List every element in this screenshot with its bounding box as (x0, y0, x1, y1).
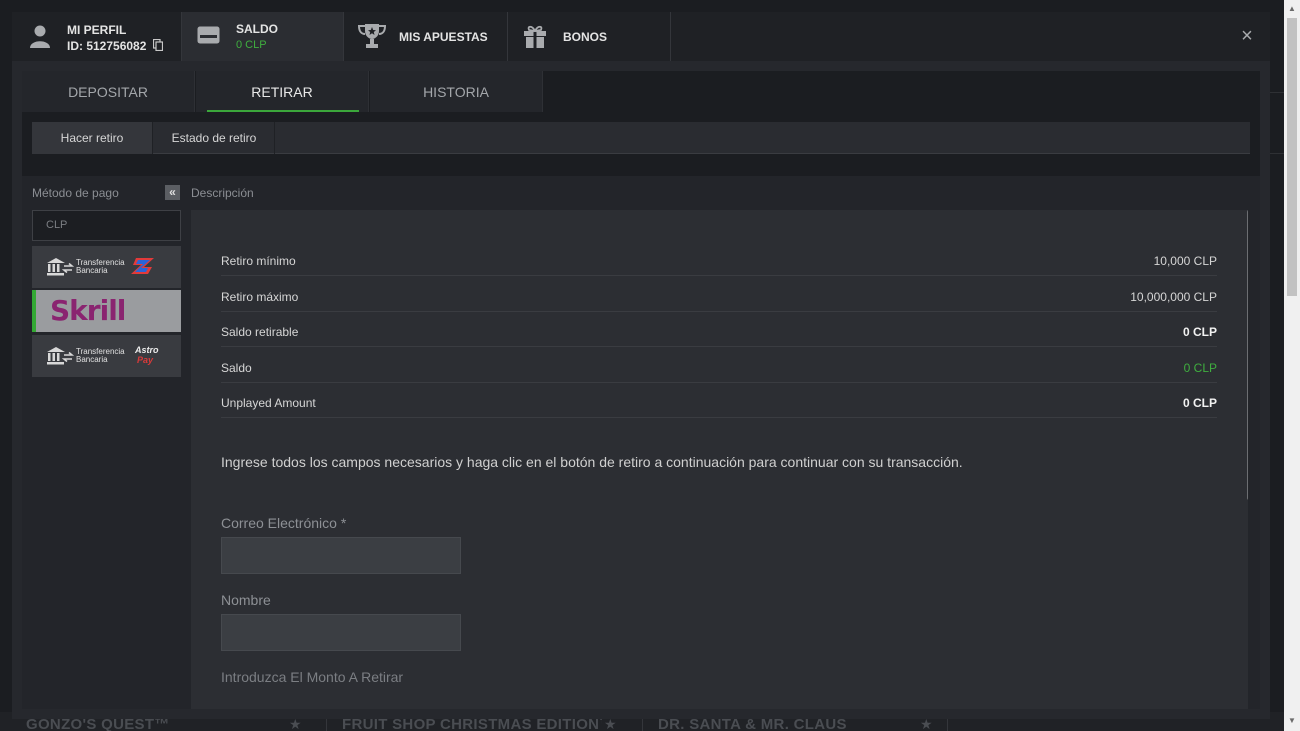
collapse-sidebar-button[interactable]: « (165, 185, 180, 200)
trophy-icon (357, 24, 387, 48)
tab-saldo[interactable]: SALDO 0 CLP (182, 12, 344, 61)
info-row-saldo-retirable: Saldo retirable 0 CLP (221, 312, 1217, 347)
tab-title: SALDO (236, 22, 278, 36)
name-field-label: Nombre (221, 592, 271, 608)
withdraw-panel: Método de pago « Descripción CLP Transfe… (22, 176, 1260, 709)
description-panel: Retiro mínimo 10,000 CLP Retiro máximo 1… (191, 210, 1248, 709)
description-scrollbar[interactable] (1247, 210, 1248, 500)
description-label: Descripción (191, 186, 254, 200)
modal-content: DEPOSITAR RETIRAR HISTORIA Hacer retiro … (22, 71, 1260, 709)
payment-method-transferencia-astropay[interactable]: Transferencia Bancaria Astro Pay (32, 335, 181, 377)
bg-divider (1270, 153, 1284, 154)
tab-mis-apuestas[interactable]: MIS APUESTAS (344, 12, 508, 61)
info-row-retiro-minimo: Retiro mínimo 10,000 CLP (221, 241, 1217, 276)
user-icon (30, 25, 50, 48)
scrollbar-thumb[interactable] (1287, 18, 1297, 296)
tab-hacer-retiro[interactable]: Hacer retiro (32, 122, 153, 154)
tab-label: RETIRAR (251, 83, 313, 100)
selected-indicator (32, 290, 36, 332)
info-row-retiro-maximo: Retiro máximo 10,000,000 CLP (221, 277, 1217, 312)
email-field[interactable] (221, 537, 461, 574)
user-id: ID: 512756082 (67, 39, 147, 53)
tab-mi-perfil[interactable]: MI PERFIL ID: 512756082 (12, 12, 182, 61)
tab-historia[interactable]: HISTORIA (370, 71, 543, 112)
withdraw-instructions: Ingrese todos los campos necesarios y ha… (221, 454, 963, 470)
method-label: Transferencia Bancaria (76, 258, 125, 275)
payment-method-skrill[interactable]: Skrill (32, 290, 181, 332)
scroll-up-arrow-icon[interactable]: ▲ (1288, 4, 1296, 13)
email-field-label: Correo Electrónico * (221, 515, 347, 531)
tab-bonos[interactable]: BONOS (508, 12, 671, 61)
gift-icon (524, 25, 546, 48)
tab-title: MIS APUESTAS (399, 30, 488, 44)
scroll-down-arrow-icon[interactable]: ▼ (1288, 716, 1296, 725)
bank-transfer-icon (47, 258, 74, 276)
bg-divider (1270, 92, 1284, 93)
tab-depositar[interactable]: DEPOSITAR (22, 71, 195, 112)
name-field[interactable] (221, 614, 461, 651)
balance-value: 0 CLP (236, 39, 267, 51)
info-row-saldo: Saldo 0 CLP (221, 348, 1217, 383)
info-row-unplayed-amount: Unplayed Amount 0 CLP (221, 383, 1217, 418)
skrill-logo: Skrill (50, 294, 126, 327)
copy-icon[interactable] (153, 39, 163, 51)
top-tab-bar: MI PERFIL ID: 512756082 SALDO 0 CLP MIS … (12, 12, 1270, 61)
payment-method-label: Método de pago (32, 186, 119, 200)
tab-estado-de-retiro[interactable]: Estado de retiro (154, 122, 275, 154)
tab-title: BONOS (563, 30, 608, 44)
active-tab-indicator (207, 110, 359, 112)
tab-title: MI PERFIL (67, 23, 127, 37)
close-icon[interactable]: × (1237, 24, 1257, 48)
bank-transfer-icon (47, 347, 74, 365)
withdraw-subtab-bar: Hacer retiro Estado de retiro (32, 122, 1250, 154)
currency-filter-input[interactable]: CLP (32, 210, 181, 241)
method-label: Transferencia Bancaria (76, 347, 125, 364)
zelle-z-logo-icon (131, 258, 154, 274)
astropay-logo: Astro Pay (135, 345, 159, 365)
wallet-icon (197, 26, 220, 44)
page-scrollbar[interactable]: ▲ ▼ (1284, 0, 1300, 731)
payment-method-transferencia-bancaria[interactable]: Transferencia Bancaria (32, 246, 181, 288)
tab-retirar[interactable]: RETIRAR (196, 71, 369, 112)
account-modal: MI PERFIL ID: 512756082 SALDO 0 CLP MIS … (12, 12, 1270, 719)
amount-field-label: Introduzca El Monto A Retirar (221, 669, 404, 685)
